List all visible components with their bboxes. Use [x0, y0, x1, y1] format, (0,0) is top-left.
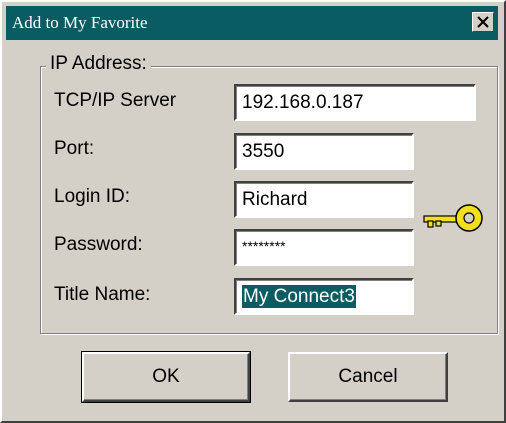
login-id-field[interactable]: Richard — [234, 181, 414, 218]
add-favorite-dialog: Add to My Favorite IP Address: TCP/IP Se… — [0, 0, 506, 423]
ok-button[interactable]: OK — [81, 351, 251, 403]
port-field[interactable]: 3550 — [234, 133, 414, 170]
server-field[interactable]: 192.168.0.187 — [234, 84, 476, 121]
server-label: TCP/IP Server — [54, 90, 177, 111]
title-name-label: Title Name: — [54, 284, 151, 305]
cancel-button[interactable]: Cancel — [288, 352, 448, 402]
password-field[interactable]: ******** — [234, 229, 414, 266]
port-label: Port: — [54, 138, 95, 159]
login-label: Login ID: — [54, 186, 131, 207]
group-legend: IP Address: — [46, 53, 151, 75]
dialog-title: Add to My Favorite — [12, 13, 148, 32]
title-name-field[interactable]: My Connect3 — [234, 278, 414, 315]
title-bar[interactable]: Add to My Favorite — [6, 6, 498, 40]
title-name-selected-text: My Connect3 — [242, 285, 356, 308]
key-icon[interactable] — [422, 202, 486, 234]
close-icon — [477, 16, 489, 28]
close-button[interactable] — [472, 12, 494, 32]
password-label: Password: — [54, 234, 143, 255]
